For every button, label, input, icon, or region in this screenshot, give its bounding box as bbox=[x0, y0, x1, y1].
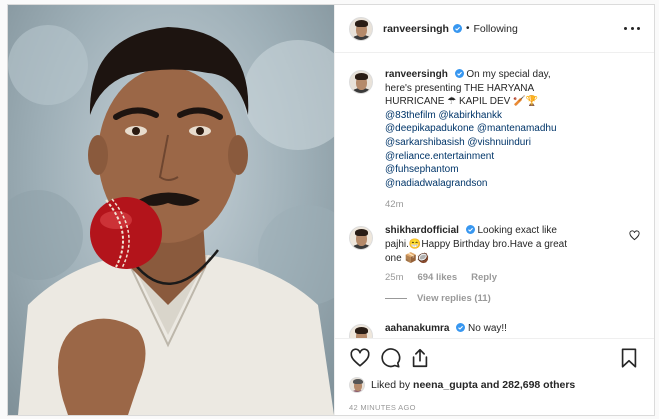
comment-meta: 25m 694 likes Reply bbox=[385, 272, 640, 283]
commenter-avatar[interactable] bbox=[349, 324, 373, 338]
caption-mention[interactable]: @nadiadwalagrandson bbox=[385, 177, 567, 191]
more-icon[interactable] bbox=[624, 24, 640, 34]
post-photo[interactable] bbox=[8, 5, 334, 415]
post-timestamp[interactable]: 42 MINUTES AGO bbox=[349, 403, 640, 412]
heart-icon[interactable] bbox=[349, 347, 371, 369]
comment-time[interactable]: 25m bbox=[385, 272, 403, 283]
caption-mention[interactable]: @fuhsephantom bbox=[385, 163, 567, 177]
comment-item: aahanakumra No way!! bbox=[349, 322, 640, 338]
caption-mention[interactable]: @deepikapadukone @mantenamadhu bbox=[385, 122, 567, 136]
verified-icon bbox=[454, 69, 464, 78]
following-button[interactable]: Following bbox=[473, 23, 517, 35]
photo-illustration bbox=[8, 25, 334, 415]
caption-mention[interactable]: @reliance.entertainment bbox=[385, 150, 567, 164]
separator-dot: • bbox=[465, 23, 470, 34]
caption-avatar[interactable] bbox=[349, 70, 373, 94]
verified-icon bbox=[465, 225, 475, 235]
verified-icon bbox=[452, 24, 462, 33]
view-replies-line bbox=[385, 298, 407, 300]
caption-time[interactable]: 42m bbox=[385, 199, 403, 210]
comment-text-block: aahanakumra No way!! bbox=[385, 322, 567, 336]
liked-by-user[interactable]: neena_gupta bbox=[413, 379, 478, 391]
share-icon[interactable] bbox=[409, 347, 431, 369]
action-icons bbox=[349, 347, 640, 369]
commenter-avatar[interactable] bbox=[349, 226, 373, 251]
caption-username[interactable]: ranveersingh bbox=[385, 69, 448, 80]
comment-username[interactable]: aahanakumra bbox=[385, 323, 449, 334]
comment-likes[interactable]: 694 likes bbox=[417, 272, 457, 283]
liked-by-others[interactable]: and 282,698 others bbox=[481, 379, 576, 391]
instagram-post: ranveersingh • Following ranveersingh On… bbox=[7, 4, 655, 416]
post-side-panel: ranveersingh • Following ranveersingh On… bbox=[334, 5, 654, 415]
liked-by-text: Liked by neena_gupta and 282,698 others bbox=[371, 379, 575, 391]
author-username[interactable]: ranveersingh bbox=[383, 23, 449, 35]
comment-text: No way!! bbox=[468, 323, 507, 335]
view-replies-label: View replies (11) bbox=[417, 293, 491, 305]
comment-like-heart-icon[interactable] bbox=[629, 230, 640, 241]
caption-text-block: ranveersingh On my special day, here's p… bbox=[385, 68, 567, 190]
verified-icon bbox=[456, 323, 466, 333]
cricket-ball bbox=[90, 197, 162, 269]
liked-by-row: Liked by neena_gupta and 282,698 others bbox=[349, 377, 640, 393]
comment-username[interactable]: shikhardofficial bbox=[385, 225, 459, 236]
liker-avatar[interactable] bbox=[349, 377, 365, 393]
reply-button[interactable]: Reply bbox=[471, 272, 497, 283]
bookmark-icon[interactable] bbox=[618, 347, 640, 369]
view-replies-button[interactable]: View replies (11) bbox=[385, 293, 640, 304]
comment-text-block: shikhardofficial Looking exact like pajh… bbox=[385, 224, 567, 265]
comment-icon[interactable] bbox=[379, 347, 401, 369]
post-header: ranveersingh • Following bbox=[335, 5, 654, 53]
author-avatar[interactable] bbox=[349, 16, 373, 41]
comment-item: shikhardofficial Looking exact like pajh… bbox=[349, 224, 640, 265]
caption-meta: 42m bbox=[385, 199, 640, 210]
caption-mention[interactable]: @sarkarshibasish @vishnuinduri bbox=[385, 136, 567, 150]
post-actions: Liked by neena_gupta and 282,698 others … bbox=[335, 338, 654, 412]
liked-by-label: Liked by bbox=[371, 379, 411, 391]
comments-section: ranveersingh On my special day, here's p… bbox=[335, 54, 654, 338]
caption: ranveersingh On my special day, here's p… bbox=[349, 68, 640, 190]
caption-mention[interactable]: @83thefilm @kabirkhankk bbox=[385, 109, 567, 123]
